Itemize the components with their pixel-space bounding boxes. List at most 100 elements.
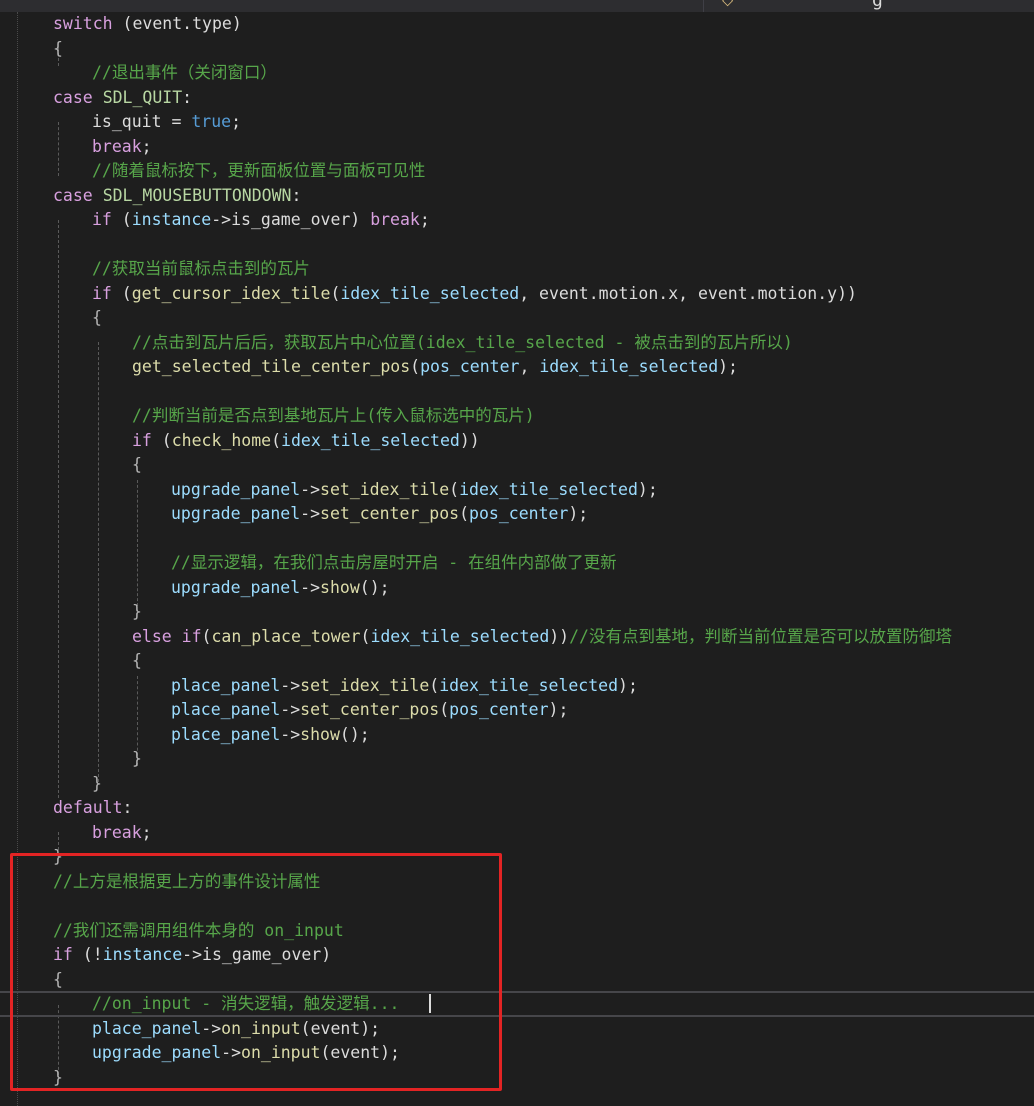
code-line[interactable]: { xyxy=(92,306,102,331)
code-token: upgrade_panel xyxy=(92,1043,222,1062)
indent-guide xyxy=(98,342,99,782)
code-token: //没有点到基地，判断当前位置是否可以放置防御塔 xyxy=(569,626,952,646)
code-token: { xyxy=(132,651,142,670)
code-line[interactable]: else if(can_place_tower(idex_tile_select… xyxy=(132,625,952,650)
code-token: pos_center xyxy=(449,700,549,719)
code-token: : xyxy=(182,87,193,107)
code-token: ); xyxy=(548,700,569,719)
code-token: ( xyxy=(449,479,460,499)
code-token: { xyxy=(53,38,63,58)
code-token: ( xyxy=(360,626,371,646)
indent-guide xyxy=(58,122,59,176)
code-token: ->is_game_over) xyxy=(182,945,332,964)
pin-icon[interactable]: ⬦ xyxy=(722,0,733,10)
code-line[interactable]: get_selected_tile_center_pos(pos_center,… xyxy=(132,355,738,380)
code-token: get_selected_tile_center_pos xyxy=(132,357,411,376)
code-token: ( xyxy=(201,626,212,646)
code-token: ); xyxy=(718,357,738,376)
code-token: show xyxy=(300,724,340,744)
code-token: (event); xyxy=(300,1018,381,1038)
code-line[interactable]: place_panel->on_input(event); xyxy=(92,1017,380,1042)
code-line[interactable]: is_quit = true; xyxy=(92,110,241,135)
code-editor[interactable]: switch (event.type){//退出事件（关闭窗口） case SDL… xyxy=(0,12,1034,1106)
code-token: upgrade_panel xyxy=(171,577,301,597)
code-token: (event.type) xyxy=(112,14,242,33)
code-token: upgrade_panel xyxy=(171,504,301,523)
code-token: //退出事件（关闭窗口） xyxy=(92,63,277,82)
code-line[interactable]: default: xyxy=(53,796,132,821)
code-line[interactable]: //on_input - 消失逻辑，触发逻辑... xyxy=(92,992,399,1017)
code-token: default xyxy=(53,798,123,817)
outline-margin xyxy=(17,12,18,1106)
code-token: ); xyxy=(637,479,658,499)
code-token: instance xyxy=(102,945,183,964)
code-line[interactable]: //点击到瓦片后后，获取瓦片中心位置(idex_tile_selected - … xyxy=(132,331,793,356)
code-line[interactable]: if (get_cursor_idex_tile(idex_tile_selec… xyxy=(92,282,857,307)
code-line[interactable]: //显示逻辑，在我们点击房屋时开启 - 在组件内部做了更新 xyxy=(171,551,617,576)
code-line[interactable]: //我们还需调用组件本身的 on_input xyxy=(53,919,344,944)
code-token: //随着鼠标按下，更新面板位置与面板可见性 xyxy=(92,161,426,180)
code-token: ); xyxy=(568,504,589,523)
code-line[interactable]: if (instance->is_game_over) break; xyxy=(92,208,430,233)
code-line[interactable]: place_panel->set_idex_tile(idex_tile_sel… xyxy=(171,674,638,699)
code-line[interactable]: { xyxy=(53,968,63,993)
code-token: idex_tile_selected xyxy=(340,283,520,303)
code-line[interactable]: { xyxy=(132,649,142,674)
code-token: )) xyxy=(459,430,480,450)
code-line[interactable]: } xyxy=(92,772,102,797)
code-token: } xyxy=(53,1067,63,1087)
code-line[interactable]: break; xyxy=(92,135,152,160)
code-line[interactable]: upgrade_panel->set_center_pos(pos_center… xyxy=(171,502,588,527)
code-line[interactable]: upgrade_panel->on_input(event); xyxy=(92,1041,400,1066)
code-line[interactable]: upgrade_panel->show(); xyxy=(171,576,390,601)
tab-title-partial[interactable]: g xyxy=(872,0,883,11)
indent-guide xyxy=(58,220,59,798)
code-line[interactable]: } xyxy=(53,1066,63,1091)
code-line[interactable]: { xyxy=(53,37,63,62)
code-token: (); xyxy=(359,577,390,597)
code-token: } xyxy=(92,773,102,793)
code-line[interactable]: //随着鼠标按下，更新面板位置与面板可见性 xyxy=(92,159,425,184)
code-line[interactable]: case SDL_QUIT: xyxy=(53,86,192,111)
code-token: ( xyxy=(439,700,450,719)
code-token: set_idex_tile xyxy=(320,479,450,499)
code-line[interactable]: { xyxy=(132,453,142,478)
code-line[interactable]: } xyxy=(132,600,142,625)
code-line[interactable]: upgrade_panel->set_idex_tile(idex_tile_s… xyxy=(171,478,658,503)
code-line[interactable]: if (!instance->is_game_over) xyxy=(53,943,331,968)
code-token: //获取当前鼠标点击到的瓦片 xyxy=(92,259,310,278)
code-line[interactable]: } xyxy=(53,845,63,870)
code-line[interactable]: place_panel->show(); xyxy=(171,723,370,748)
code-line[interactable]: if (check_home(idex_tile_selected)) xyxy=(132,429,480,454)
code-token: if xyxy=(53,945,73,964)
code-line[interactable]: place_panel->set_center_pos(pos_center); xyxy=(171,698,568,723)
code-line[interactable]: } xyxy=(132,747,142,772)
code-token: //判断当前是否点到基地瓦片上(传入鼠标选中的瓦片) xyxy=(132,406,535,425)
code-line[interactable]: //获取当前鼠标点击到的瓦片 xyxy=(92,257,310,282)
code-token: } xyxy=(132,749,142,768)
code-token: place_panel xyxy=(171,675,281,695)
code-token: on_input xyxy=(221,1018,301,1038)
code-token: -> xyxy=(300,479,321,499)
code-token: : xyxy=(122,798,133,817)
code-token: ( xyxy=(410,357,421,376)
code-line[interactable]: //退出事件（关闭窗口） xyxy=(92,61,277,86)
code-token: set_center_pos xyxy=(320,504,460,523)
code-token: //点击到瓦片后后，获取瓦片中心位置(idex_tile_selected - … xyxy=(132,332,793,352)
code-token: (); xyxy=(339,724,370,744)
code-token: idex_tile_selected xyxy=(539,357,719,376)
code-token: ; xyxy=(141,136,152,156)
code-token: -> xyxy=(280,700,301,719)
code-line[interactable]: break; xyxy=(92,821,152,846)
code-line[interactable]: //判断当前是否点到基地瓦片上(传入鼠标选中的瓦片) xyxy=(132,404,535,429)
code-token: idex_tile_selected xyxy=(459,479,638,499)
code-line[interactable]: //上方是根据更上方的事件设计属性 xyxy=(53,870,320,895)
code-token: -> xyxy=(280,724,301,744)
code-token: place_panel xyxy=(92,1018,202,1038)
code-line[interactable]: switch (event.type) xyxy=(53,12,242,37)
code-token: ; xyxy=(419,210,430,229)
code-line[interactable]: case SDL_MOUSEBUTTONDOWN: xyxy=(53,184,301,209)
code-token: SDL_QUIT xyxy=(102,87,183,107)
